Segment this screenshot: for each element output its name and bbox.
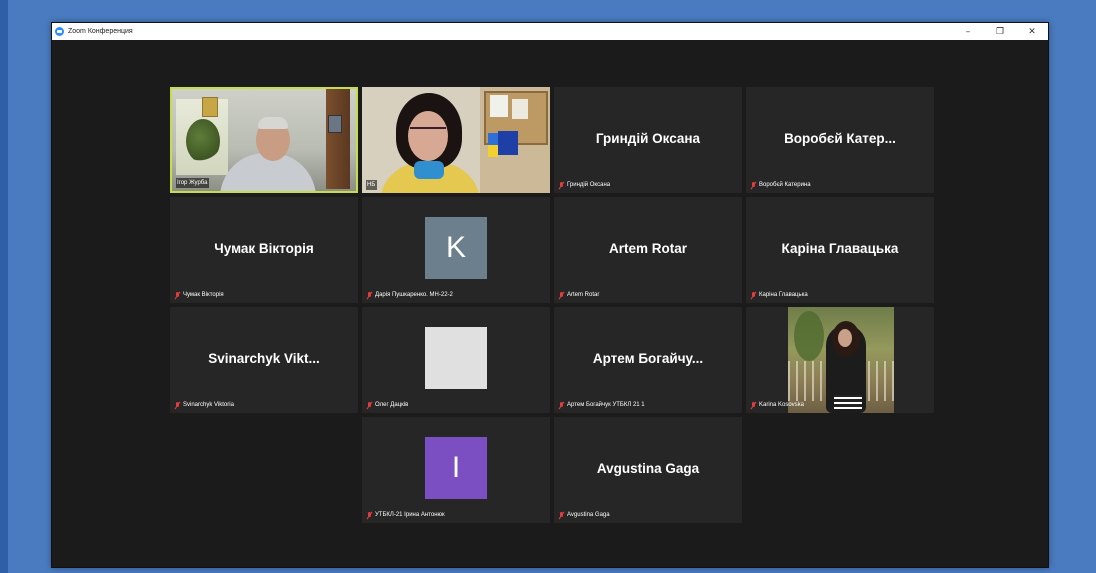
participant-display-name: Воробєй Катер... [784,131,896,146]
participant-tile-chumak-viktoriia[interactable]: Чумак Вікторія Чумак Вікторія [170,197,358,303]
participant-name: Воробєй Катерина [759,182,811,188]
participant-tile-ihor-zhurba[interactable]: Ігор Журба [170,87,358,193]
participant-tile-oleh-datskiv[interactable]: Олег Дацків [362,307,550,413]
mic-muted-icon [367,511,372,519]
mic-muted-icon [367,401,372,409]
participant-name: Artem Rotar [567,292,600,298]
mic-muted-icon [367,291,372,299]
avatar [425,327,487,389]
zoom-app-icon [55,27,64,36]
window-title: Zoom Конференция [68,28,133,35]
participant-name: Артем Богайчук УТБКЛ 21 1 [567,402,645,408]
participant-name-label: Гриндій Оксана [558,180,612,190]
participant-tile-avgustina-gaga[interactable]: Avgustina Gaga Avgustina Gaga [554,417,742,523]
avatar: I [425,437,487,499]
video-feed [172,89,356,191]
participant-display-name: Svinarchyk Vikt... [208,351,320,366]
participant-name-label: Karina Kosovska [750,400,806,410]
participant-tile-vorobei-kateryna[interactable]: Воробєй Катер... Воробєй Катерина [746,87,934,193]
mic-muted-icon [559,181,564,189]
title-bar: Zoom Конференция – ❐ ✕ [52,23,1048,40]
participant-tile-artem-rotar[interactable]: Artem Rotar Artem Rotar [554,197,742,303]
mic-muted-icon [559,511,564,519]
participant-tile-artem-bohaichuk[interactable]: Артем Богайчу... Артем Богайчук УТБКЛ 21… [554,307,742,413]
participant-name-label: УТБКЛ-21 Ірина Антонюк [366,510,447,520]
video-feed [362,87,550,193]
participant-tile-dariia-pushkarenko[interactable]: K Дарія Пушкаренко. МН-22-2 [362,197,550,303]
participant-tile-iryna-antoniuk[interactable]: I УТБКЛ-21 Ірина Антонюк [362,417,550,523]
mic-muted-icon [751,181,756,189]
participant-name: УТБКЛ-21 Ірина Антонюк [375,512,445,518]
participant-name: Svinarchyk Viktoria [183,402,234,408]
participant-display-name: Артем Богайчу... [592,351,704,366]
participant-name-label: Ігор Журба [176,178,210,188]
participant-display-name: Каріна Главацька [781,241,899,256]
participant-name: Чумак Вікторія [183,292,224,298]
participant-tile-hryndii-oksana[interactable]: Гриндій Оксана Гриндій Оксана [554,87,742,193]
participant-name-label: Воробєй Катерина [750,180,813,190]
participant-name: Каріна Главацька [759,292,808,298]
avatar: K [425,217,487,279]
participant-name-label: Каріна Главацька [750,290,810,300]
minimize-icon[interactable]: – [952,23,984,40]
participant-display-name: Чумак Вікторія [214,241,314,256]
mic-muted-icon [175,401,180,409]
participant-name-label: НБ [366,180,378,190]
close-icon[interactable]: ✕ [1016,23,1048,40]
mic-muted-icon [751,291,756,299]
participant-name-label: Чумак Вікторія [174,290,226,300]
participant-display-name: Гриндій Оксана [595,131,701,146]
profile-photo [788,307,894,413]
gallery-view: Ігор Журба НБ Гриндій Оксана Гриндій Окс… [170,87,934,523]
restore-icon[interactable]: ❐ [984,23,1016,40]
participant-name-label: Svinarchyk Viktoria [174,400,236,410]
participant-name: Дарія Пушкаренко. МН-22-2 [375,292,453,298]
participant-name-label: Artem Rotar [558,290,601,300]
participant-name: Гриндій Оксана [567,182,611,188]
desktop-background [0,0,8,573]
participant-tile-karina-kosovska[interactable]: Karina Kosovska [746,307,934,413]
participant-name: Ігор Журба [177,180,208,186]
participant-tile-svinarchyk-viktoria[interactable]: Svinarchyk Vikt... Svinarchyk Viktoria [170,307,358,413]
participant-name: Avgustina Gaga [567,512,610,518]
participant-tile-karina-hlavatska[interactable]: Каріна Главацька Каріна Главацька [746,197,934,303]
mic-muted-icon [751,401,756,409]
zoom-window: Zoom Конференция – ❐ ✕ Ігор Журба НБ Гри… [51,22,1049,568]
participant-name: Karina Kosovska [759,402,805,408]
participant-name-label: Дарія Пушкаренко. МН-22-2 [366,290,455,300]
mic-muted-icon [559,291,564,299]
participant-name: НБ [367,182,376,188]
mic-muted-icon [559,401,564,409]
participant-name-label: Олег Дацків [366,400,410,410]
mic-muted-icon [175,291,180,299]
participant-name-label: Avgustina Gaga [558,510,612,520]
participant-tile-nb[interactable]: НБ [362,87,550,193]
window-controls: – ❐ ✕ [952,23,1048,40]
participant-name-label: Артем Богайчук УТБКЛ 21 1 [558,400,647,410]
participant-name: Олег Дацків [375,402,409,408]
participant-display-name: Artem Rotar [608,241,687,256]
participant-display-name: Avgustina Gaga [596,461,700,476]
